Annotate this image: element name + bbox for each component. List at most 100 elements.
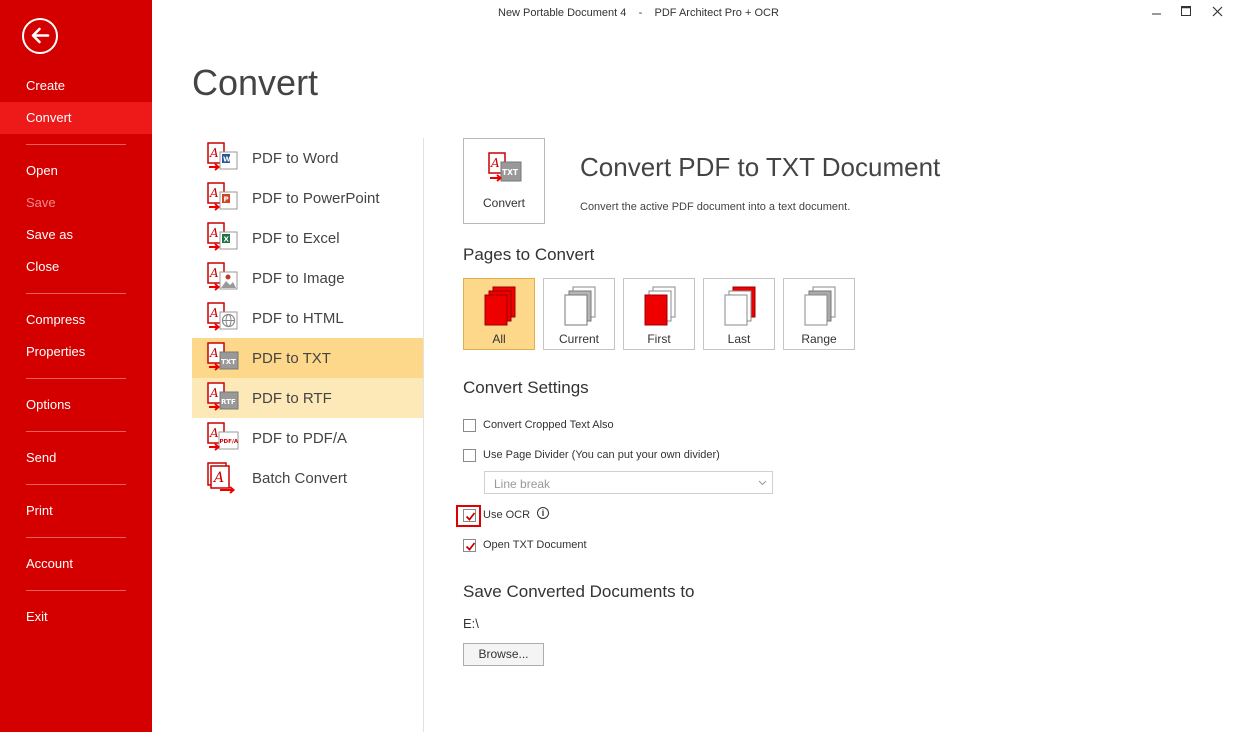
page-range-icon — [804, 286, 836, 326]
pages-option-label: Last — [727, 332, 751, 346]
convert-item-label: PDF to PowerPoint — [252, 190, 380, 207]
back-arrow-icon[interactable] — [22, 18, 58, 54]
convert-button[interactable]: A TXT Convert — [463, 138, 545, 224]
sidebar-item-send[interactable]: Send — [0, 442, 152, 474]
save-converted-heading: Save Converted Documents to — [463, 582, 695, 601]
convert-pdf-to-pdfa[interactable]: A PDF/A PDF to PDF/A — [192, 418, 423, 458]
convert-settings-heading: Convert Settings — [463, 378, 589, 397]
sidebar-item-exit[interactable]: Exit — [0, 601, 152, 633]
convert-item-label: Batch Convert — [252, 470, 348, 487]
detail-description: Convert the active PDF document into a t… — [580, 201, 851, 213]
backstage-sidebar: Create Convert Open Save Save as Close C… — [0, 0, 152, 732]
pages-option-label: First — [647, 332, 671, 346]
pdf-to-powerpoint-icon: AP — [207, 182, 238, 211]
convert-pdf-to-rtf[interactable]: A RTF PDF to RTF — [192, 378, 423, 418]
pdf-to-rtf-icon: ARTF — [207, 382, 239, 411]
sidebar-divider — [26, 537, 126, 538]
svg-text:PDF/A: PDF/A — [220, 439, 239, 445]
batch-convert-icon: A — [207, 462, 236, 494]
svg-text:A: A — [212, 470, 224, 486]
svg-text:A: A — [209, 306, 219, 320]
option-label: Use OCR — [483, 509, 531, 521]
save-path: E:\ — [463, 616, 479, 631]
maximize-icon[interactable] — [1176, 4, 1196, 20]
convert-type-list: AW PDF to Word AP PDF to PowerPoint AX P… — [192, 138, 423, 498]
sidebar-item-properties[interactable]: Properties — [0, 336, 152, 368]
sidebar-item-account[interactable]: Account — [0, 548, 152, 580]
convert-batch[interactable]: A Batch Convert — [192, 458, 423, 498]
svg-text:TXT: TXT — [221, 358, 236, 366]
svg-text:A: A — [490, 156, 500, 170]
sidebar-divider — [26, 293, 126, 294]
sidebar-item-close[interactable]: Close — [0, 251, 152, 283]
svg-text:A: A — [209, 226, 219, 240]
convert-item-label: PDF to Image — [252, 270, 345, 287]
pdf-to-html-icon: A — [207, 302, 238, 331]
page-title: Convert — [192, 62, 319, 103]
pages-all-button[interactable]: All — [463, 278, 535, 350]
svg-text:A: A — [209, 146, 219, 160]
sidebar-item-compress[interactable]: Compress — [0, 304, 152, 336]
convert-item-label: PDF to Excel — [252, 230, 340, 247]
option-label: Convert Cropped Text Also — [483, 419, 614, 431]
sidebar-item-create[interactable]: Create — [0, 70, 152, 102]
pages-current-button[interactable]: Current — [543, 278, 615, 350]
pages-to-convert-heading: Pages to Convert — [463, 245, 595, 264]
pdf-architect-window: Create Convert Open Save Save as Close C… — [0, 0, 1233, 732]
convert-pdf-to-image[interactable]: A PDF to Image — [192, 258, 423, 298]
sidebar-item-save-as[interactable]: Save as — [0, 219, 152, 251]
sidebar-divider — [26, 590, 126, 591]
chevron-down-icon — [758, 480, 767, 486]
svg-text:A: A — [209, 186, 219, 200]
convert-pdf-to-txt[interactable]: A TXT PDF to TXT — [192, 338, 423, 378]
convert-pdf-to-html[interactable]: A PDF to HTML — [192, 298, 423, 338]
pane-divider — [423, 138, 424, 732]
title-bar: New Portable Document 4 - PDF Architect … — [152, 0, 1233, 26]
convert-item-label: PDF to TXT — [252, 350, 331, 367]
svg-text:A: A — [209, 386, 219, 400]
svg-text:TXT: TXT — [502, 168, 519, 177]
page-divider-select[interactable]: Line break — [484, 471, 773, 494]
convert-pdf-to-word[interactable]: AW PDF to Word — [192, 138, 423, 178]
sidebar-item-options[interactable]: Options — [0, 389, 152, 421]
svg-text:A: A — [209, 346, 219, 360]
info-icon[interactable]: i — [537, 507, 549, 519]
last-page-icon — [724, 286, 756, 326]
convert-pdf-to-powerpoint[interactable]: AP PDF to PowerPoint — [192, 178, 423, 218]
option-label: Open TXT Document — [483, 539, 587, 551]
sidebar-item-save: Save — [26, 195, 56, 210]
use-page-divider-checkbox[interactable] — [463, 449, 476, 462]
sidebar-item-print[interactable]: Print — [0, 495, 152, 527]
pages-range-button[interactable]: Range — [783, 278, 855, 350]
sidebar-nav: Create Convert Open Save Save as Close C… — [0, 70, 152, 633]
first-page-icon — [644, 286, 676, 326]
pages-option-label: All — [492, 332, 506, 346]
convert-cropped-text-checkbox[interactable] — [463, 419, 476, 432]
all-pages-icon — [484, 286, 516, 326]
detail-heading: Convert PDF to TXT Document — [580, 152, 941, 182]
sidebar-item-convert[interactable]: Convert — [0, 102, 152, 134]
sidebar-item-open[interactable]: Open — [0, 155, 152, 187]
pdf-to-image-icon: A — [207, 262, 238, 291]
browse-button[interactable]: Browse... — [463, 643, 544, 666]
convert-item-label: PDF to PDF/A — [252, 430, 348, 447]
convert-pdf-to-excel[interactable]: AX PDF to Excel — [192, 218, 423, 258]
checkmark-icon — [465, 542, 476, 551]
window-title: New Portable Document 4 - PDF Architect … — [498, 7, 779, 19]
sidebar-divider — [26, 484, 126, 485]
pages-last-button[interactable]: Last — [703, 278, 775, 350]
svg-text:W: W — [223, 156, 231, 164]
close-icon[interactable] — [1208, 4, 1228, 20]
svg-text:A: A — [209, 266, 219, 280]
pages-first-button[interactable]: First — [623, 278, 695, 350]
ocr-highlight-box — [456, 505, 481, 527]
pages-option-label: Range — [801, 332, 837, 346]
minimize-icon[interactable] — [1147, 4, 1167, 20]
open-txt-document-checkbox[interactable] — [463, 539, 476, 552]
convert-item-label: PDF to RTF — [252, 390, 332, 407]
svg-text:RTF: RTF — [221, 398, 236, 406]
pdf-to-pdfa-icon: APDF/A — [207, 422, 239, 451]
convert-item-label: PDF to HTML — [252, 310, 344, 327]
sidebar-divider — [26, 431, 126, 432]
pdf-to-txt-icon: ATXT — [207, 342, 239, 371]
